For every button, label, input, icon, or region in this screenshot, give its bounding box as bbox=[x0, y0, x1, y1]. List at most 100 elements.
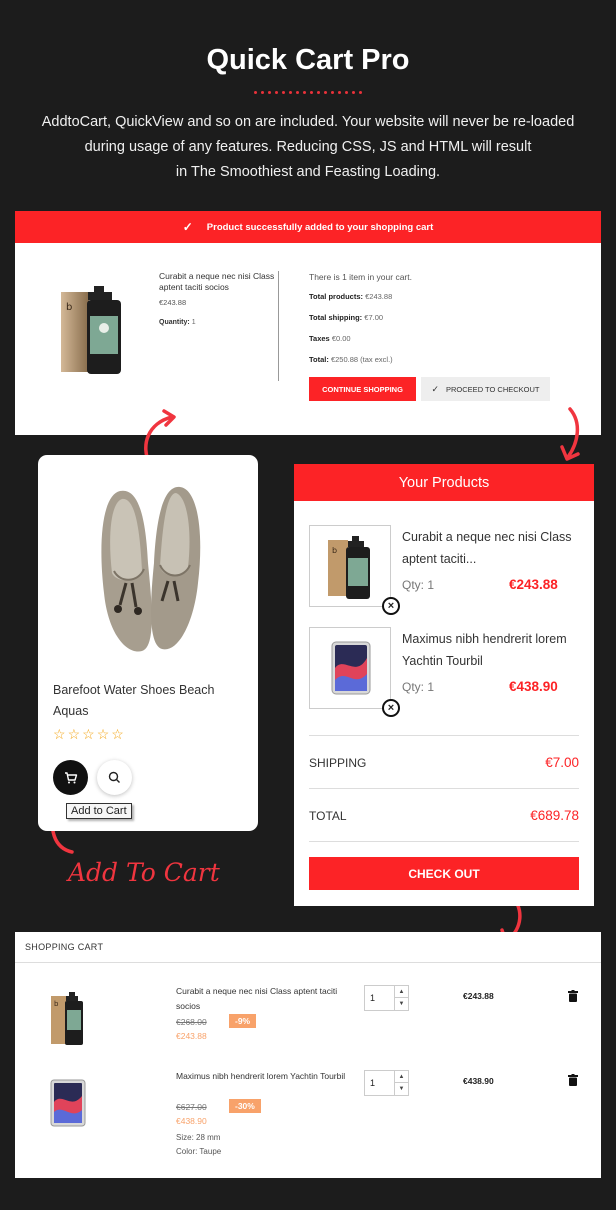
shopping-cart-title: SHOPPING CART bbox=[15, 932, 601, 963]
shipping-label: SHIPPING bbox=[309, 756, 367, 770]
product-quantity: Quantity: 1 bbox=[159, 319, 196, 326]
product-name: Curabit a neque nec nisi Class aptent ta… bbox=[159, 271, 275, 292]
discount-badge: -30% bbox=[229, 1099, 261, 1113]
star-icon: ☆ bbox=[53, 726, 66, 742]
increment-icon[interactable]: ▲ bbox=[395, 1071, 408, 1083]
divider bbox=[309, 735, 579, 736]
continue-shopping-button[interactable]: CONTINUE SHOPPING bbox=[309, 377, 416, 401]
product-image: b bbox=[53, 278, 145, 378]
product-thumbnail[interactable]: b bbox=[309, 525, 391, 607]
mini-cart-item-price: €243.88 bbox=[509, 577, 558, 592]
mini-cart-item: b Curabit a neque nec nisi Class aptent … bbox=[309, 525, 579, 615]
mini-cart-item-name[interactable]: Maximus nibh hendrerit lorem Yachtin Tou… bbox=[402, 628, 572, 672]
search-icon bbox=[108, 771, 120, 783]
quantity-label: Quantity: bbox=[159, 319, 190, 326]
vertical-divider bbox=[278, 271, 279, 381]
hero-desc-line: AddtoCart, QuickView and so on are inclu… bbox=[41, 114, 575, 130]
cart-item-price: €243.88 bbox=[176, 1031, 207, 1041]
mini-cart-title: Your Products bbox=[294, 464, 594, 501]
svg-text:b: b bbox=[66, 302, 72, 313]
quantity-value: 1 bbox=[191, 319, 196, 326]
discount-badge: -9% bbox=[229, 1014, 257, 1028]
shipping-value: €7.00 bbox=[545, 755, 579, 770]
total-label: Total: bbox=[309, 355, 329, 364]
cart-icon bbox=[64, 771, 77, 783]
summary-intro: There is 1 item in your cart. bbox=[309, 272, 412, 282]
product-image[interactable]: b bbox=[47, 990, 91, 1046]
divider bbox=[309, 841, 579, 842]
hero-description: AddtoCart, QuickView and so on are inclu… bbox=[20, 110, 596, 185]
proceed-to-checkout-label: PROCEED TO CHECKOUT bbox=[446, 384, 540, 394]
total-value: €689.78 bbox=[530, 808, 579, 823]
product-image[interactable] bbox=[47, 1074, 91, 1130]
mini-cart-item-qty: Qty: 1 bbox=[402, 680, 435, 694]
add-to-cart-caption: Add To Cart bbox=[68, 858, 220, 887]
product-image[interactable] bbox=[80, 483, 220, 663]
hero-desc-line: in The Smoothiest and Feasting Loading. bbox=[175, 164, 441, 180]
cart-item-name[interactable]: Curabit a neque nec nisi Class aptent ta… bbox=[176, 984, 346, 1014]
product-card[interactable]: Barefoot Water Shoes Beach Aquas ☆ ☆ ☆ ☆ ☆ A… bbox=[38, 455, 258, 831]
total-label: TOTAL bbox=[309, 809, 347, 823]
trash-icon[interactable] bbox=[568, 1074, 578, 1086]
total-products-value: €243.88 bbox=[365, 292, 393, 301]
increment-icon[interactable]: ▲ bbox=[395, 986, 408, 998]
curved-arrow-icon bbox=[560, 407, 580, 461]
cart-item-price: €438.90 bbox=[176, 1116, 207, 1126]
total-row: TOTAL €689.78 bbox=[309, 808, 579, 823]
rating-stars: ☆ ☆ ☆ ☆ ☆ bbox=[53, 726, 126, 743]
add-to-cart-tooltip: Add to Cart bbox=[66, 803, 132, 819]
decrement-icon[interactable]: ▼ bbox=[395, 1083, 408, 1095]
mini-cart-item-price: €438.90 bbox=[509, 679, 558, 694]
shopping-cart-panel: SHOPPING CART b Curabit a neque nec nisi… bbox=[15, 932, 601, 1178]
divider bbox=[309, 788, 579, 789]
svg-text:b: b bbox=[332, 546, 337, 555]
star-icon: ☆ bbox=[111, 726, 124, 742]
add-to-cart-button[interactable] bbox=[53, 760, 88, 795]
product-price: €243.88 bbox=[159, 298, 187, 307]
cart-item-old-price: €627.00 bbox=[176, 1102, 207, 1112]
taxes-label: Taxes bbox=[309, 334, 330, 343]
total-shipping-value: €7.00 bbox=[364, 313, 384, 322]
checkout-button[interactable]: CHECK OUT bbox=[309, 857, 579, 890]
check-icon: ✓ bbox=[182, 220, 193, 234]
total-products-label: Total products: bbox=[309, 292, 364, 301]
check-icon: ✓ bbox=[431, 383, 440, 394]
cart-summary: There is 1 item in your cart. Total prod… bbox=[309, 272, 412, 376]
cart-item-old-price: €268.00 bbox=[176, 1017, 207, 1027]
star-icon: ☆ bbox=[82, 726, 95, 742]
svg-text:b: b bbox=[54, 1000, 59, 1008]
mini-cart-item-qty: Qty: 1 bbox=[402, 578, 435, 592]
total-shipping-label: Total shipping: bbox=[309, 313, 363, 322]
success-message: Product successfully added to your shopp… bbox=[206, 221, 434, 233]
star-icon: ☆ bbox=[67, 726, 81, 742]
cart-item-total: €243.88 bbox=[463, 991, 494, 1001]
quantity-value[interactable]: 1 bbox=[370, 993, 375, 1003]
decrement-icon[interactable]: ▼ bbox=[395, 998, 408, 1010]
mini-cart-item-name[interactable]: Curabit a neque nec nisi Class aptent ta… bbox=[402, 526, 572, 570]
proceed-to-checkout-button[interactable]: ✓ PROCEED TO CHECKOUT bbox=[421, 377, 550, 401]
cart-item-name[interactable]: Maximus nibh hendrerit lorem Yachtin Tou… bbox=[176, 1069, 346, 1084]
trash-icon[interactable] bbox=[568, 990, 578, 1002]
close-icon[interactable]: × bbox=[382, 597, 400, 615]
shipping-row: SHIPPING €7.00 bbox=[309, 755, 579, 770]
product-title[interactable]: Barefoot Water Shoes Beach Aquas bbox=[53, 680, 243, 722]
added-to-cart-modal: ✓ Product successfully added to your sho… bbox=[15, 211, 601, 435]
cart-item-color: Color: Taupe bbox=[176, 1147, 222, 1156]
quick-view-button[interactable] bbox=[97, 760, 132, 795]
quantity-stepper[interactable]: 1 ▲ ▼ bbox=[364, 985, 409, 1011]
quantity-stepper[interactable]: 1 ▲ ▼ bbox=[364, 1070, 409, 1096]
cart-item-total: €438.90 bbox=[463, 1076, 494, 1086]
mini-cart-item: Maximus nibh hendrerit lorem Yachtin Tou… bbox=[309, 627, 579, 717]
total-value: €250.88 (tax excl.) bbox=[330, 355, 393, 364]
success-banner: ✓ Product successfully added to your sho… bbox=[15, 211, 601, 243]
product-thumbnail[interactable] bbox=[309, 627, 391, 709]
page-title: Quick Cart Pro bbox=[206, 44, 410, 76]
mini-cart-panel: Your Products b Curabit a neque nec nisi… bbox=[294, 464, 594, 906]
hero-desc-line: during usage of any features. Reducing C… bbox=[84, 139, 532, 155]
quantity-value[interactable]: 1 bbox=[370, 1078, 375, 1088]
title-divider bbox=[0, 91, 616, 94]
star-icon: ☆ bbox=[96, 726, 110, 742]
taxes-value: €0.00 bbox=[331, 334, 351, 343]
close-icon[interactable]: × bbox=[382, 699, 400, 717]
cart-item-size: Size: 28 mm bbox=[176, 1133, 221, 1142]
